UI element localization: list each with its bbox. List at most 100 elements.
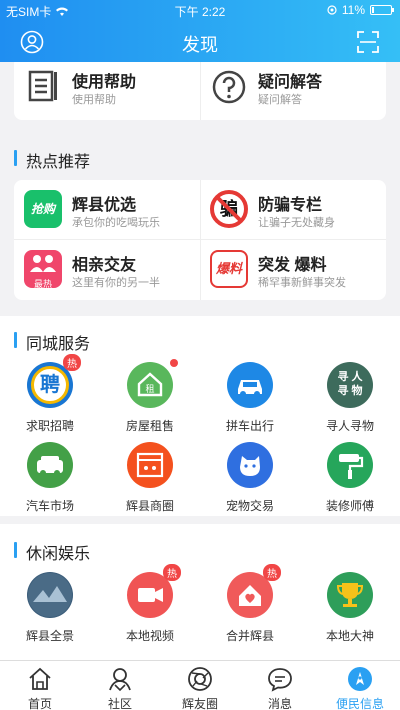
hot-item-youxuan[interactable]: 抢购 辉县优选 承包你的吃喝玩乐 <box>14 180 200 238</box>
city-section: 同城服务 聘热求职招聘租房屋租售 拼车出行寻 人寻 物寻人寻物 汽车市场 辉县商圈 宠物… <box>0 316 400 516</box>
panorama-icon <box>28 573 72 617</box>
hot-item-subtitle: 这里有你的另一半 <box>72 277 160 289</box>
help-faq-subtitle: 疑问解答 <box>258 94 302 106</box>
city-service-label: 汽车市场 <box>25 499 74 513</box>
city-service-icon <box>27 442 73 488</box>
tab-messages[interactable]: 消息 <box>240 661 320 710</box>
document-icon <box>28 70 57 102</box>
svg-text:租: 租 <box>145 384 154 395</box>
city-service-icon: 租 <box>127 362 173 408</box>
city-service-icon <box>227 362 273 408</box>
couple-icon <box>30 255 56 272</box>
camera-icon <box>188 667 212 691</box>
leisure-label: 本地视频 <box>125 629 174 643</box>
community-icon <box>109 668 131 692</box>
leisure-label: 合并辉县 <box>225 629 274 643</box>
city-service-icon <box>127 442 173 488</box>
help-faq-item[interactable]: 疑问解答 疑问解答 <box>200 62 386 114</box>
location-icon <box>327 5 337 15</box>
car-icon <box>238 380 262 397</box>
city-service-label: 求职招聘 <box>25 419 74 433</box>
leisure-item[interactable]: 热本地视频 <box>100 564 200 652</box>
city-service-label: 寻人寻物 <box>325 419 374 433</box>
hot-item-title: 相亲交友 <box>72 257 137 274</box>
help-faq-title: 疑问解答 <box>258 74 323 91</box>
hot-item-title: 突发 爆料 <box>258 257 327 274</box>
app-header: 无SIM卡 下午 2:22 11% 发现 <box>0 0 400 62</box>
tab-label: 社区 <box>107 697 132 710</box>
hot-section-title: 热点推荐 <box>14 148 90 172</box>
city-service-item[interactable]: 宠物交易 <box>200 442 300 522</box>
city-service-icon <box>227 442 273 488</box>
leisure-item[interactable]: 辉县全景 <box>0 572 100 652</box>
tab-friends[interactable]: 辉友圈 <box>160 661 240 710</box>
scan-icon[interactable] <box>356 30 380 54</box>
leisure-section: 休闲娱乐 辉县全景热本地视频热合并辉县 本地大神 <box>0 524 400 660</box>
hot-item-title: 防骗专栏 <box>258 197 323 214</box>
hot-item-subtitle: 稀罕事新鲜事突发 <box>258 277 346 289</box>
shop-icon <box>136 452 164 478</box>
city-service-icon: 寻 人寻 物 <box>327 362 373 408</box>
trophy-icon <box>336 583 364 607</box>
tab-bar: 首页 社区 辉友圈 消息 便民信息 <box>0 660 400 710</box>
breaking-news-icon: 爆料 <box>210 250 248 288</box>
city-service-item[interactable]: 租房屋租售 <box>100 359 200 442</box>
leisure-icon <box>27 572 73 618</box>
city-service-item[interactable]: 装修师傅 <box>300 442 400 522</box>
hot-item-subtitle: 承包你的吃喝玩乐 <box>72 217 160 229</box>
tab-community[interactable]: 社区 <box>80 661 160 710</box>
city-service-label: 辉县商圈 <box>125 499 174 513</box>
city-section-title: 同城服务 <box>14 330 90 354</box>
hot-card: 抢购 辉县优选 承包你的吃喝玩乐 骗 防骗专栏 让骗子无处藏身 最热 相亲交友 … <box>14 180 386 300</box>
page-title: 发现 <box>182 35 218 55</box>
leisure-section-title: 休闲娱乐 <box>14 540 90 564</box>
hot-item-dating[interactable]: 最热 相亲交友 这里有你的另一半 <box>14 240 200 298</box>
tab-label: 便民信息 <box>335 697 384 710</box>
city-service-icon <box>327 442 373 488</box>
recruit-icon: 聘 <box>31 366 69 404</box>
leisure-item[interactable]: 本地大神 <box>300 572 400 652</box>
help-card: 使用帮助 使用帮助 疑问解答 疑问解答 <box>14 62 386 120</box>
dating-icon: 最热 <box>24 250 62 289</box>
hot-badge: 热 <box>63 354 81 371</box>
city-service-item[interactable]: 聘热求职招聘 <box>0 354 100 442</box>
battery-icon <box>370 5 394 15</box>
leisure-label: 本地大神 <box>325 629 374 643</box>
city-service-label: 拼车出行 <box>225 419 274 433</box>
leisure-item[interactable]: 热合并辉县 <box>200 564 300 652</box>
city-service-label: 宠物交易 <box>225 499 274 513</box>
search-person-icon: 寻 人寻 物 <box>337 371 363 397</box>
city-service-item[interactable]: 辉县商圈 <box>100 442 200 522</box>
leisure-icon <box>327 572 373 618</box>
question-icon <box>212 70 246 104</box>
tab-services[interactable]: 便民信息 <box>320 661 400 710</box>
hot-badge: 热 <box>163 564 181 581</box>
help-usage-subtitle: 使用帮助 <box>72 94 116 106</box>
paint-roller-icon <box>339 454 364 479</box>
content-scroll[interactable]: 使用帮助 使用帮助 疑问解答 疑问解答 热点推荐 抢购 辉县优选 承包你的吃喝玩… <box>0 62 400 660</box>
home-icon <box>29 667 51 690</box>
tab-label: 首页 <box>27 697 52 710</box>
hot-badge: 热 <box>263 564 281 581</box>
city-service-item[interactable]: 汽车市场 <box>0 442 100 522</box>
hot-item-title: 辉县优选 <box>72 197 137 214</box>
hot-item-antifraud[interactable]: 骗 防骗专栏 让骗子无处藏身 <box>200 180 386 238</box>
rocket-icon <box>348 667 372 691</box>
notification-dot <box>170 359 178 367</box>
tab-label: 消息 <box>267 697 292 710</box>
help-usage-item[interactable]: 使用帮助 使用帮助 <box>14 62 200 114</box>
dog-icon <box>240 456 260 476</box>
tab-label: 辉友圈 <box>181 697 218 710</box>
city-service-label: 房屋租售 <box>125 419 174 433</box>
battery-percent: 11% <box>341 3 365 17</box>
city-service-item[interactable]: 拼车出行 <box>200 362 300 442</box>
status-bar: 无SIM卡 下午 2:22 11% <box>0 0 400 22</box>
tab-home[interactable]: 首页 <box>0 661 80 710</box>
dating-badge-text: 最热 <box>33 279 52 289</box>
car-market-icon <box>37 456 63 476</box>
shopping-icon: 抢购 <box>24 190 62 228</box>
city-service-item[interactable]: 寻 人寻 物寻人寻物 <box>300 362 400 442</box>
hot-item-news[interactable]: 爆料 突发 爆料 稀罕事新鲜事突发 <box>200 240 386 298</box>
hot-item-subtitle: 让骗子无处藏身 <box>258 217 335 229</box>
leisure-label: 辉县全景 <box>25 629 74 643</box>
